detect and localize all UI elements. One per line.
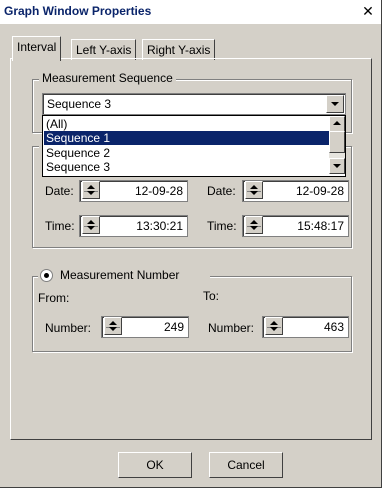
- spin-up-icon: [109, 321, 117, 325]
- from-number-value: 249: [163, 320, 184, 334]
- to-time-label: Time:: [207, 219, 237, 233]
- measurement-sequence-label: Measurement Sequence: [39, 71, 176, 85]
- dialog-window: Graph Window Properties ✕ Interval Left …: [0, 0, 382, 488]
- title-bar: Graph Window Properties ✕: [0, 0, 381, 24]
- to-date-value: 12-09-28: [295, 184, 344, 198]
- to-date-label: Date:: [207, 184, 236, 198]
- radio-dot-icon: [44, 273, 49, 278]
- list-item-selected[interactable]: Sequence 1: [44, 131, 331, 145]
- from-time-label: Time:: [45, 219, 75, 233]
- tab-left-y-axis[interactable]: Left Y-axis: [71, 39, 137, 60]
- spin-down-icon: [109, 327, 117, 331]
- from-time-field[interactable]: 13:30:21: [79, 215, 188, 237]
- measurement-number-group: [32, 276, 352, 352]
- from-date-value: 12-09-28: [134, 184, 183, 198]
- list-item[interactable]: (All): [44, 117, 331, 131]
- combo-dropdown-button[interactable]: [326, 95, 344, 113]
- tab-left-y-axis-label: Left Y-axis: [76, 43, 132, 57]
- scroll-up-button[interactable]: [329, 116, 345, 132]
- sequence-dropdown-list[interactable]: (All) Sequence 1 Sequence 2 Sequence 3: [42, 115, 346, 177]
- to-time-field[interactable]: 15:48:17: [242, 215, 349, 237]
- scroll-down-button[interactable]: [329, 158, 345, 174]
- spin-down-icon: [250, 226, 258, 230]
- from-date-spinner[interactable]: [82, 181, 100, 199]
- spin-down-icon: [250, 191, 258, 195]
- sequence-combo-value: Sequence 3: [47, 97, 112, 111]
- to-time-spinner[interactable]: [245, 216, 263, 234]
- spin-up-icon: [250, 185, 258, 189]
- spin-down-icon: [270, 327, 278, 331]
- list-item[interactable]: Sequence 3: [44, 160, 331, 174]
- from-date-label: Date:: [45, 184, 74, 198]
- to-number-label: Number:: [208, 321, 255, 335]
- spin-up-icon: [87, 185, 95, 189]
- spin-up-icon: [250, 220, 258, 224]
- to-time-value: 15:48:17: [297, 219, 344, 233]
- ok-button[interactable]: OK: [118, 452, 192, 478]
- cancel-button[interactable]: Cancel: [209, 452, 283, 478]
- tab-right-y-axis[interactable]: Right Y-axis: [142, 39, 216, 60]
- from-date-field[interactable]: 12-09-28: [79, 180, 188, 202]
- spin-up-icon: [87, 220, 95, 224]
- measurement-number-header-bg: Measurement Number: [38, 267, 210, 283]
- scroll-thumb[interactable]: [329, 131, 345, 153]
- chevron-down-icon: [333, 164, 341, 168]
- to-date-field[interactable]: 12-09-28: [242, 180, 349, 202]
- measurement-number-label: Measurement Number: [60, 268, 180, 282]
- from-number-field[interactable]: 249: [101, 316, 189, 338]
- to-number-value: 463: [323, 320, 344, 334]
- to-number-spinner[interactable]: [265, 317, 283, 335]
- tab-interval-label: Interval: [17, 40, 57, 54]
- tab-interval[interactable]: Interval: [12, 36, 62, 61]
- spin-up-icon: [270, 321, 278, 325]
- to-number-field[interactable]: 463: [262, 316, 349, 338]
- list-item[interactable]: Sequence 2: [44, 146, 331, 160]
- chevron-up-icon: [333, 121, 341, 125]
- sequence-combo[interactable]: Sequence 3: [42, 93, 346, 115]
- spin-down-icon: [87, 191, 95, 195]
- from-label: From:: [38, 291, 70, 305]
- measurement-number-radio[interactable]: [40, 269, 53, 282]
- close-icon[interactable]: ✕: [361, 4, 375, 18]
- to-label: To:: [203, 289, 220, 303]
- from-number-label: Number:: [45, 321, 92, 335]
- spin-down-icon: [87, 226, 95, 230]
- chevron-down-icon: [331, 102, 339, 106]
- list-scrollbar[interactable]: [329, 116, 345, 174]
- to-date-spinner[interactable]: [245, 181, 263, 199]
- tab-right-y-axis-label: Right Y-axis: [147, 43, 211, 57]
- from-time-value: 13:30:21: [136, 219, 183, 233]
- window-title: Graph Window Properties: [4, 4, 152, 18]
- from-number-spinner[interactable]: [104, 317, 122, 335]
- from-time-spinner[interactable]: [82, 216, 100, 234]
